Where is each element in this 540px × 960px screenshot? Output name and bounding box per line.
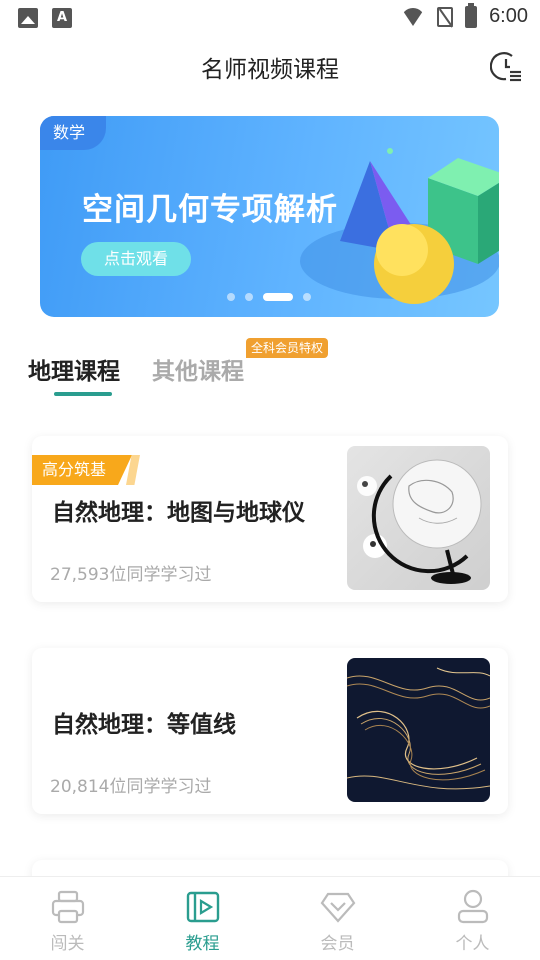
tab-other-courses[interactable]: 其他课程 [152, 352, 244, 386]
tab-geography[interactable]: 地理课程 [28, 352, 120, 386]
app-header: 名师视频课程 [0, 36, 540, 96]
banner-title: 空间几何专项解析 [82, 192, 338, 228]
pager-dot[interactable] [227, 293, 235, 301]
pager-dot[interactable] [245, 293, 253, 301]
battery-icon [465, 2, 478, 28]
bottom-navigation: 闯关 教程 会员 个人 [0, 876, 540, 960]
promo-banner[interactable]: 数学 空间几何专项解析 点击观看 [40, 116, 499, 317]
status-bar: A 6:00 [0, 0, 540, 36]
image-icon [18, 8, 38, 28]
banner-subject-tag: 数学 [40, 116, 106, 150]
course-title: 自然地理：等值线 [52, 712, 236, 738]
banner-pager [227, 293, 311, 301]
nav-item-membership[interactable]: 会员 [270, 877, 405, 960]
course-title: 自然地理：地图与地球仪 [52, 500, 305, 526]
course-thumbnail [347, 446, 490, 590]
course-learners: 27,593位同学学习过 [50, 565, 212, 585]
active-tab-indicator [54, 392, 112, 396]
course-thumbnail [347, 658, 490, 802]
nav-label: 会员 [320, 934, 355, 954]
wifi-icon [401, 7, 426, 26]
globe-image [357, 459, 482, 584]
clock-list-icon [489, 52, 521, 82]
no-sim-icon [437, 6, 454, 27]
nav-item-challenge[interactable]: 闯关 [0, 877, 135, 960]
nav-item-profile[interactable]: 个人 [405, 877, 540, 960]
watch-now-button[interactable]: 点击观看 [81, 242, 191, 276]
a-icon: A [52, 8, 72, 28]
status-time: 6:00 [489, 5, 528, 27]
geometry-illustration [300, 148, 499, 304]
person-icon [457, 889, 488, 924]
video-book-icon [186, 891, 219, 923]
diamond-icon [320, 892, 355, 923]
course-card[interactable]: 自然地理：等值线 20,814位同学学习过 [32, 648, 508, 814]
vip-privilege-badge: 全科会员特权 [246, 338, 329, 358]
contour-lines-image [347, 667, 490, 790]
course-card[interactable]: 高分筑基 自然地理：地图与地球仪 27,593位同学学习过 [32, 436, 508, 602]
page-title: 名师视频课程 [201, 57, 339, 83]
history-button[interactable] [489, 50, 522, 82]
printer-icon [51, 890, 84, 924]
course-learners: 20,814位同学学习过 [50, 777, 212, 797]
nav-label: 教程 [185, 934, 220, 954]
pager-dot-active[interactable] [263, 293, 293, 301]
course-ribbon: 高分筑基 [32, 455, 133, 485]
nav-label: 闯关 [50, 934, 85, 954]
nav-item-tutorial[interactable]: 教程 [135, 877, 270, 960]
pager-dot[interactable] [303, 293, 311, 301]
nav-label: 个人 [455, 934, 490, 954]
